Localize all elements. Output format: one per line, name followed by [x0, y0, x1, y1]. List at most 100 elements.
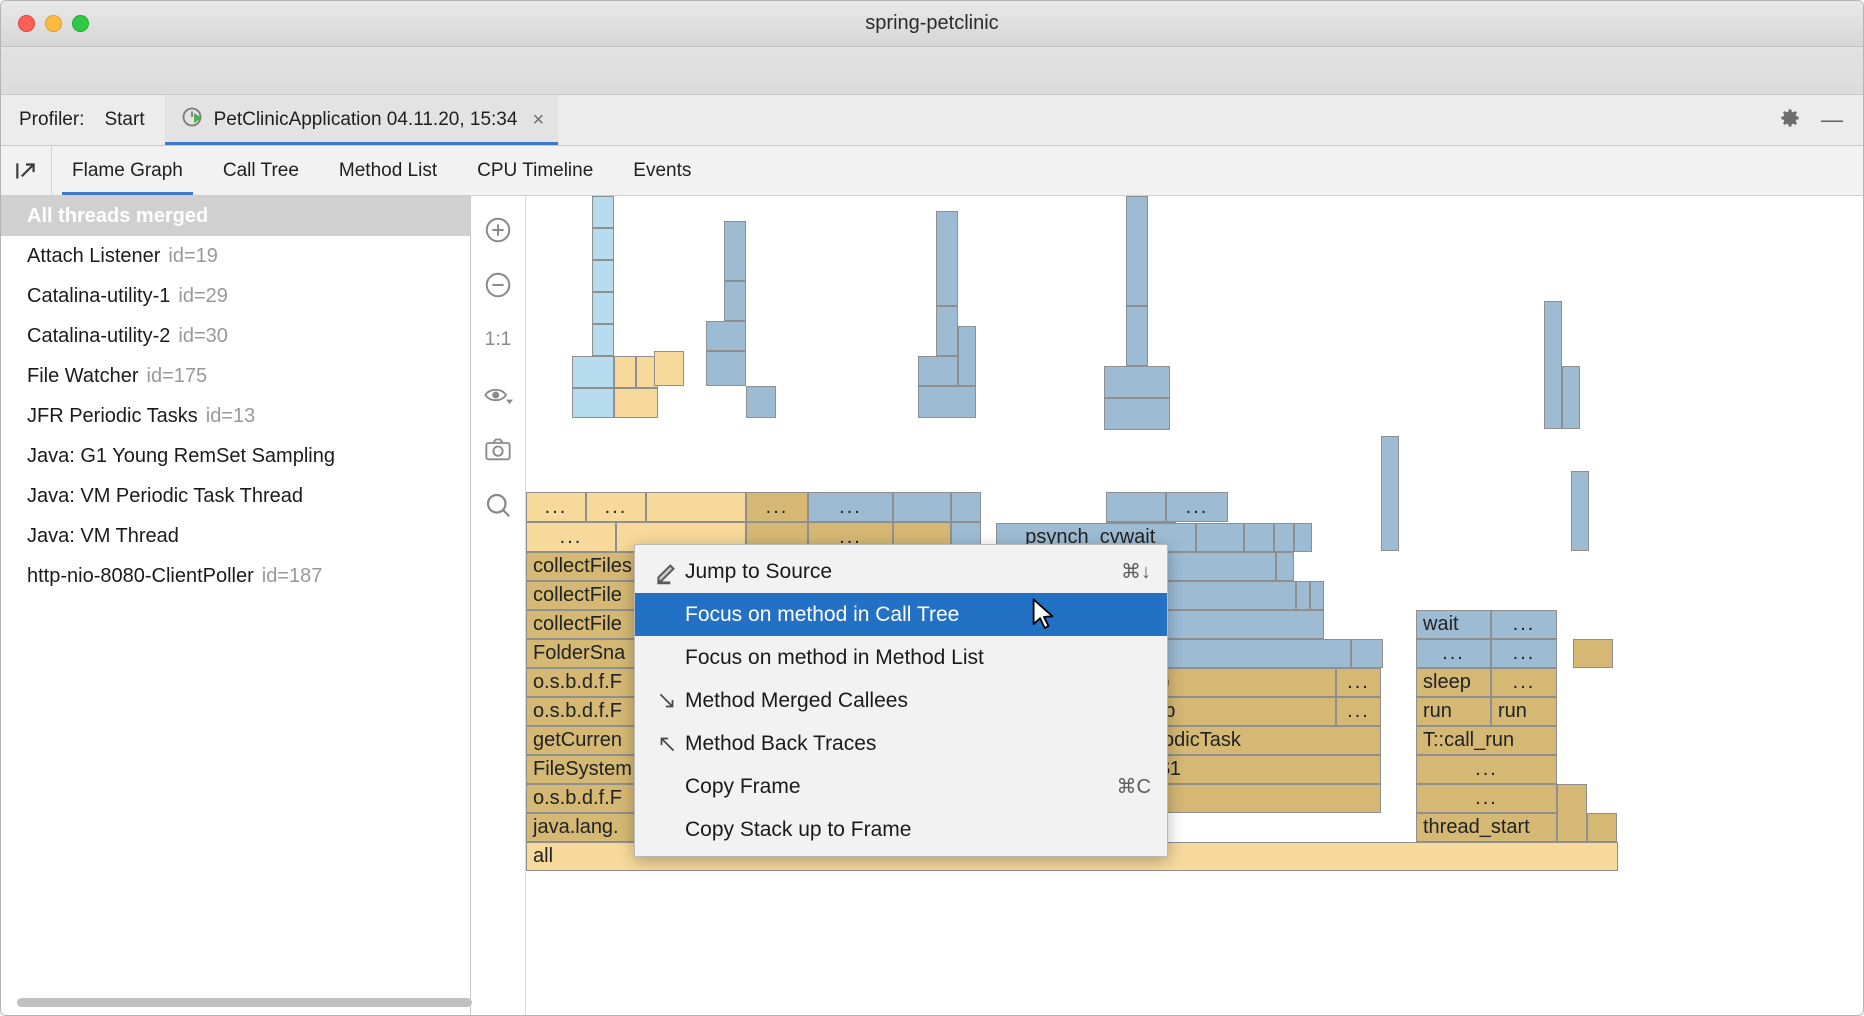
flame-frame[interactable] — [1196, 523, 1244, 552]
flame-frame[interactable] — [936, 306, 958, 356]
flame-frame[interactable] — [592, 196, 614, 228]
gear-icon[interactable] — [1777, 105, 1803, 136]
tab-cpu-timeline[interactable]: CPU Timeline — [457, 146, 613, 195]
eye-icon[interactable] — [476, 373, 520, 417]
flame-frame[interactable] — [918, 386, 976, 418]
flame-frame[interactable] — [1106, 492, 1166, 522]
menu-item-jump-to-source[interactable]: Jump to Source ⌘↓ — [635, 550, 1167, 593]
thread-item-vm-periodic-task-thread[interactable]: Java: VM Periodic Task Thread — [1, 476, 470, 516]
flame-frame[interactable] — [614, 388, 658, 418]
thread-item-catalina-utility-2[interactable]: Catalina-utility-2 id=30 — [1, 316, 470, 356]
flame-frame[interactable] — [1104, 366, 1170, 398]
flame-frame[interactable] — [918, 356, 958, 386]
flame-frame[interactable] — [724, 221, 746, 281]
menu-item-method-merged-callees[interactable]: Method Merged Callees — [635, 679, 1167, 722]
minimize-panel-icon[interactable]: — — [1821, 109, 1843, 131]
flame-frame[interactable]: ... — [526, 492, 586, 522]
flame-frame[interactable] — [1557, 784, 1587, 842]
flame-frame[interactable]: ... — [1416, 784, 1557, 813]
flame-frame[interactable]: ... — [1336, 668, 1381, 697]
flame-frame[interactable] — [1571, 471, 1589, 551]
thread-item-vm-thread[interactable]: Java: VM Thread — [1, 516, 470, 556]
flame-frame[interactable]: run — [1416, 697, 1491, 726]
flame-frame[interactable] — [1244, 523, 1274, 552]
tab-events[interactable]: Events — [613, 146, 711, 195]
flame-frame[interactable] — [958, 326, 976, 386]
flame-frame[interactable] — [1381, 436, 1399, 551]
thread-item-file-watcher[interactable]: File Watcher id=175 — [1, 356, 470, 396]
tab-method-list[interactable]: Method List — [319, 146, 457, 195]
flame-frame[interactable] — [1544, 301, 1562, 429]
flame-frame[interactable] — [1126, 196, 1148, 306]
search-icon[interactable] — [476, 483, 520, 527]
flame-frame[interactable] — [893, 492, 951, 522]
flame-frame[interactable]: ... — [586, 492, 646, 522]
scrollbar-thumb[interactable] — [17, 998, 472, 1007]
flame-frame[interactable] — [936, 211, 958, 306]
flame-frame[interactable]: ... — [1491, 610, 1557, 639]
flame-frame[interactable] — [1573, 639, 1613, 668]
flame-graph-canvas[interactable]: ... ... ... ... ... ... ... ... collectF… — [526, 196, 1863, 1015]
flame-frame[interactable] — [592, 260, 614, 292]
flame-frame[interactable] — [592, 228, 614, 260]
thread-item-g1-young-remset-sampling[interactable]: Java: G1 Young RemSet Sampling — [1, 436, 470, 476]
menu-item-focus-method-list[interactable]: Focus on method in Method List — [635, 636, 1167, 679]
flame-frame[interactable] — [646, 492, 746, 522]
flame-frame[interactable] — [614, 356, 636, 388]
scrollbar-track[interactable] — [17, 998, 454, 1007]
thread-item-http-nio-8080-clientpoller[interactable]: http-nio-8080-ClientPoller id=187 — [1, 556, 470, 596]
flame-frame[interactable]: ... — [1491, 639, 1557, 668]
flame-frame[interactable] — [1587, 813, 1617, 842]
menu-item-copy-stack-up-to-frame[interactable]: Copy Stack up to Frame — [635, 808, 1167, 851]
flame-frame[interactable]: ... — [526, 522, 616, 552]
flame-frame[interactable] — [1126, 306, 1148, 366]
flame-frame[interactable]: ... — [1491, 668, 1557, 697]
flame-frame[interactable] — [592, 324, 614, 356]
flame-frame[interactable] — [1310, 581, 1324, 610]
menu-item-method-back-traces[interactable]: Method Back Traces — [635, 722, 1167, 765]
menu-item-focus-call-tree[interactable]: Focus on method in Call Tree — [635, 593, 1167, 636]
flame-frame[interactable] — [1294, 523, 1312, 552]
thread-item-catalina-utility-1[interactable]: Catalina-utility-1 id=29 — [1, 276, 470, 316]
flame-frame[interactable]: run — [1491, 697, 1557, 726]
flame-frame[interactable]: ... — [1166, 492, 1228, 522]
flame-frame[interactable] — [1276, 552, 1294, 581]
flame-frame[interactable]: T::call_run — [1416, 726, 1557, 755]
flame-frame[interactable] — [572, 356, 614, 388]
flame-frame[interactable] — [706, 321, 746, 351]
thread-list-scrollbar[interactable] — [1, 998, 470, 1007]
flame-frame[interactable] — [724, 281, 746, 321]
flame-frame[interactable]: ... — [808, 492, 893, 522]
thread-item-jfr-periodic-tasks[interactable]: JFR Periodic Tasks id=13 — [1, 396, 470, 436]
close-session-icon[interactable]: × — [526, 109, 544, 132]
flame-frame[interactable] — [951, 492, 981, 522]
flame-frame[interactable] — [1296, 581, 1310, 610]
flame-frame[interactable] — [592, 292, 614, 324]
thread-item-attach-listener[interactable]: Attach Listener id=19 — [1, 236, 470, 276]
flame-frame[interactable]: thread_start — [1416, 813, 1557, 842]
run-session-tab[interactable]: PetClinicApplication 04.11.20, 15:34 × — [165, 95, 559, 145]
flame-frame[interactable]: ... — [746, 492, 808, 522]
flame-frame[interactable]: ... — [1336, 697, 1381, 726]
flame-frame[interactable]: ... — [1416, 639, 1491, 668]
tab-call-tree[interactable]: Call Tree — [203, 146, 319, 195]
flame-frame[interactable] — [746, 386, 776, 418]
zoom-out-icon[interactable] — [476, 263, 520, 307]
thread-item-all-merged[interactable]: All threads merged — [1, 196, 470, 236]
flame-frame[interactable] — [1351, 639, 1383, 668]
expand-panel-icon[interactable] — [1, 146, 52, 195]
flame-frame[interactable] — [1104, 398, 1170, 430]
flame-frame[interactable] — [654, 351, 684, 386]
start-profiling-button[interactable]: Start — [84, 95, 164, 145]
flame-frame[interactable]: sleep — [1416, 668, 1491, 697]
tab-flame-graph[interactable]: Flame Graph — [52, 146, 203, 195]
flame-frame[interactable]: wait — [1416, 610, 1491, 639]
zoom-in-icon[interactable] — [476, 208, 520, 252]
context-menu[interactable]: Jump to Source ⌘↓ Focus on method in Cal… — [634, 544, 1168, 857]
flame-frame[interactable] — [706, 351, 746, 386]
flame-frame[interactable] — [572, 388, 614, 418]
flame-frame[interactable] — [1274, 523, 1294, 552]
flame-frame[interactable]: ... — [1416, 755, 1557, 784]
flame-frame[interactable] — [1562, 366, 1580, 429]
snapshot-icon[interactable] — [476, 428, 520, 472]
